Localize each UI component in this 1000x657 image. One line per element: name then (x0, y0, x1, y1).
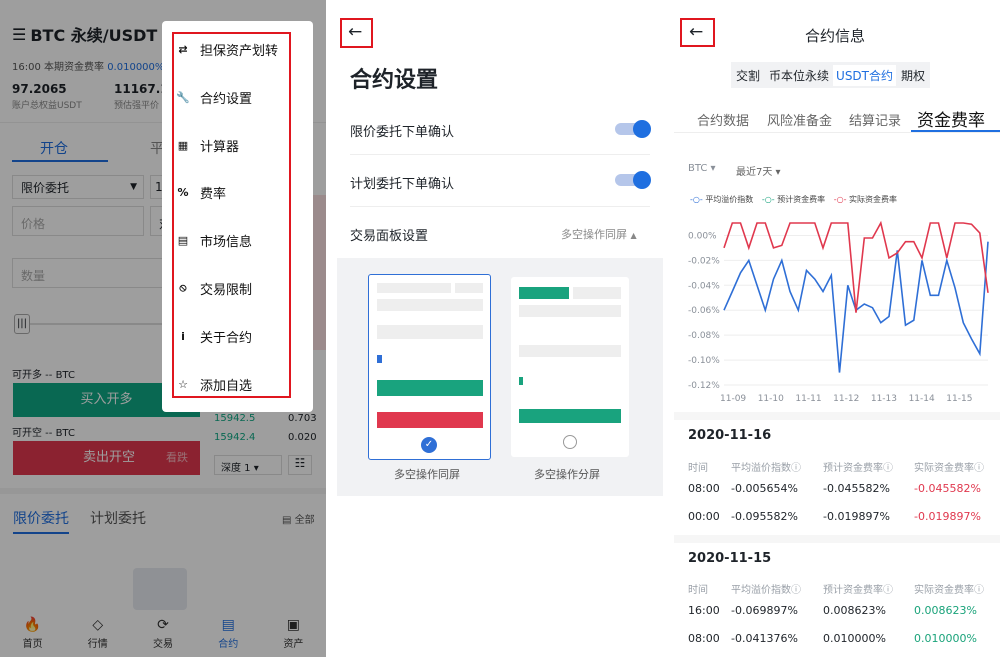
x-tick-label: 11-12 (833, 394, 859, 404)
x-tick-label: 11-11 (795, 394, 821, 404)
tab-funding-rate[interactable]: 资金费率 (917, 106, 985, 131)
col-premium: 平均溢价指数ⓘ (731, 585, 801, 596)
tab-risk-reserve[interactable]: 风险准备金 (767, 110, 832, 129)
y-tick-label: -0.08% (688, 331, 720, 341)
menu-item-favorite[interactable]: ☆ 添加自选 (176, 374, 252, 394)
option-same-screen[interactable]: ✓ (368, 274, 491, 460)
table-cell-time: 08:00 (688, 482, 720, 495)
table-cell-premium: -0.069897% (731, 604, 798, 617)
col-actual: 实际资金费率ⓘ (914, 463, 984, 474)
y-tick-label: -0.04% (688, 281, 720, 291)
seg-options[interactable]: 期权 (896, 67, 930, 84)
option-split-label: 多空操作分屏 (534, 468, 600, 481)
trade-panel: ☰ BTC 永续/USDT 16:00 本期资金费率 0.010000% 97.… (0, 0, 326, 657)
col-predicted: 预计资金费率ⓘ (823, 463, 893, 474)
date-heading: 2020-11-15 (688, 551, 772, 566)
menu-item-calculator[interactable]: ▦ 计算器 (176, 135, 239, 155)
panel-setting-label: 交易面板设置 (350, 229, 429, 244)
table-cell-premium: -0.005654% (731, 482, 798, 495)
page-title: 合约设置 (350, 68, 439, 93)
contract-info-panel: ← 合约信息 交割 币本位永续 USDT合约 期权 合约数据 风险准备金 结算记… (674, 0, 1000, 657)
seg-delivery[interactable]: 交割 (731, 67, 765, 84)
plan-confirm-toggle[interactable] (615, 171, 651, 189)
tab-contract-data[interactable]: 合约数据 (697, 110, 749, 129)
coin-select[interactable]: BTC ▾ (688, 163, 716, 174)
chevron-up-icon: ▲ (630, 231, 637, 240)
menu-item-fee[interactable]: % 费率 (176, 182, 226, 202)
menu-item-limits[interactable]: ⦸ 交易限制 (176, 278, 252, 298)
col-time: 时间 (688, 585, 708, 596)
table-cell-actual: 0.008623% (914, 604, 977, 617)
info-list-icon: ▤ (177, 233, 189, 247)
check-icon: ✓ (421, 437, 437, 453)
transfer-icon: ⇄ (178, 42, 188, 56)
menu-item-settings[interactable]: 🔧 合约设置 (176, 87, 252, 107)
table-cell-time: 00:00 (688, 510, 720, 523)
funding-rate-chart: 0.00% -0.02% -0.04% -0.06% -0.08% -0.10% -0.12… (688, 220, 989, 404)
table-cell-predicted: -0.019897% (823, 510, 890, 523)
back-arrow-icon[interactable]: ← (689, 22, 703, 42)
date-heading: 2020-11-16 (688, 428, 772, 443)
col-premium: 平均溢价指数ⓘ (731, 463, 801, 474)
page-title: 合约信息 (805, 27, 866, 45)
table-cell-actual: 0.010000% (914, 632, 977, 645)
contract-type-segment: 交割 币本位永续 USDT合约 期权 (731, 62, 931, 88)
ban-icon: ⦸ (179, 281, 187, 294)
percent-icon: % (177, 185, 189, 199)
chart-legend: -○- 平均溢价指数 -○- 预计资金费率 -○- 实际资金费率 (690, 195, 898, 204)
table-cell-predicted: -0.045582% (823, 482, 890, 495)
option-same-label: 多空操作同屏 (394, 468, 460, 481)
x-tick-label: 11-09 (720, 394, 746, 404)
option-split-screen[interactable] (511, 277, 629, 457)
y-tick-label: -0.10% (688, 356, 720, 366)
menu-item-market-info[interactable]: ▤ 市场信息 (176, 230, 252, 250)
table-cell-premium: -0.041376% (731, 632, 798, 645)
limit-confirm-label: 限价委托下单确认 (350, 125, 455, 140)
menu-item-transfer[interactable]: ⇄ 担保资产划转 (176, 39, 278, 59)
table-cell-actual: -0.019897% (914, 510, 981, 523)
y-tick-label: 0.00% (688, 231, 717, 241)
col-predicted: 预计资金费率ⓘ (823, 585, 893, 596)
seg-coin-perp[interactable]: 币本位永续 (765, 67, 833, 84)
table-cell-premium: -0.095582% (731, 510, 798, 523)
table-cell-time: 16:00 (688, 604, 720, 617)
x-tick-label: 11-13 (871, 394, 897, 404)
radio-unchecked[interactable] (563, 435, 577, 449)
y-tick-label: -0.02% (688, 256, 720, 266)
table-cell-time: 08:00 (688, 632, 720, 645)
table-cell-actual: -0.045582% (914, 482, 981, 495)
tab-settlement[interactable]: 结算记录 (849, 110, 901, 129)
x-tick-label: 11-15 (946, 394, 972, 404)
seg-usdt[interactable]: USDT合约 (833, 64, 897, 86)
y-tick-label: -0.06% (688, 306, 720, 316)
panel-setting-value[interactable]: 多空操作同屏 ▲ (561, 226, 637, 242)
calculator-icon: ▦ (177, 138, 189, 152)
col-actual: 实际资金费率ⓘ (914, 585, 984, 596)
col-time: 时间 (688, 463, 708, 474)
plan-confirm-label: 计划委托下单确认 (350, 177, 455, 192)
x-tick-label: 11-10 (758, 394, 784, 404)
y-tick-label: -0.12% (688, 381, 720, 391)
range-select[interactable]: 最近7天 ▾ (736, 163, 781, 178)
info-icon: i (181, 329, 185, 343)
x-tick-label: 11-14 (909, 394, 935, 404)
table-cell-predicted: 0.010000% (823, 632, 886, 645)
contract-settings-panel: ← 合约设置 限价委托下单确认 计划委托下单确认 交易面板设置 多空操作同屏 ▲… (337, 0, 663, 657)
menu-item-about[interactable]: i 关于合约 (176, 326, 252, 346)
star-icon: ☆ (178, 377, 188, 391)
table-cell-predicted: 0.008623% (823, 604, 886, 617)
limit-confirm-toggle[interactable] (615, 120, 651, 138)
back-arrow-icon[interactable]: ← (348, 22, 362, 42)
wrench-icon: 🔧 (176, 90, 190, 104)
